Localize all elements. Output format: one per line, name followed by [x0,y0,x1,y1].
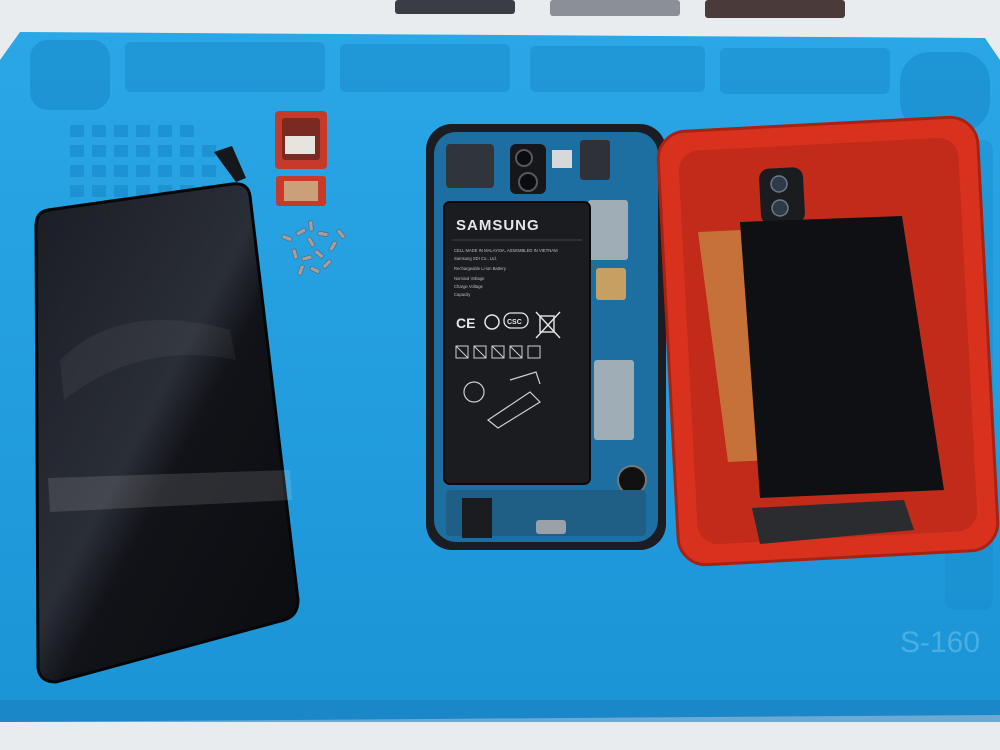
background-tool-3 [705,0,845,18]
battery-text-line-6: Capacity [454,292,471,297]
sim-tray-large [275,111,327,169]
battery-text-line-4: Nominal Voltage [454,276,485,281]
ce-mark: CE [456,315,475,331]
battery-text-line-2: Samsung SDI Co., Ltd. [454,256,497,261]
sim-tray-small [276,176,326,206]
battery-text-line-5: Charge Voltage [454,284,484,289]
background-tool-2 [550,0,680,16]
workbench-photo: S-160 SAMSUNG CELL MADE IN MALAYSIA, ASS… [0,0,1000,750]
battery-text-line-1: CELL MADE IN MALAYSIA, ASSEMBLED IN VIET… [454,248,558,253]
battery: SAMSUNG CELL MADE IN MALAYSIA, ASSEMBLED… [443,201,591,485]
battery-brand: SAMSUNG [456,217,540,234]
mat-model-etching: S-160 [900,626,980,659]
detached-display-panel [34,182,300,684]
battery-text-line-3: Rechargeable Li-ion Battery [454,266,507,271]
background-tool-1 [395,0,515,14]
rear-housing [656,115,1000,567]
csc-mark: CSC [507,319,522,326]
